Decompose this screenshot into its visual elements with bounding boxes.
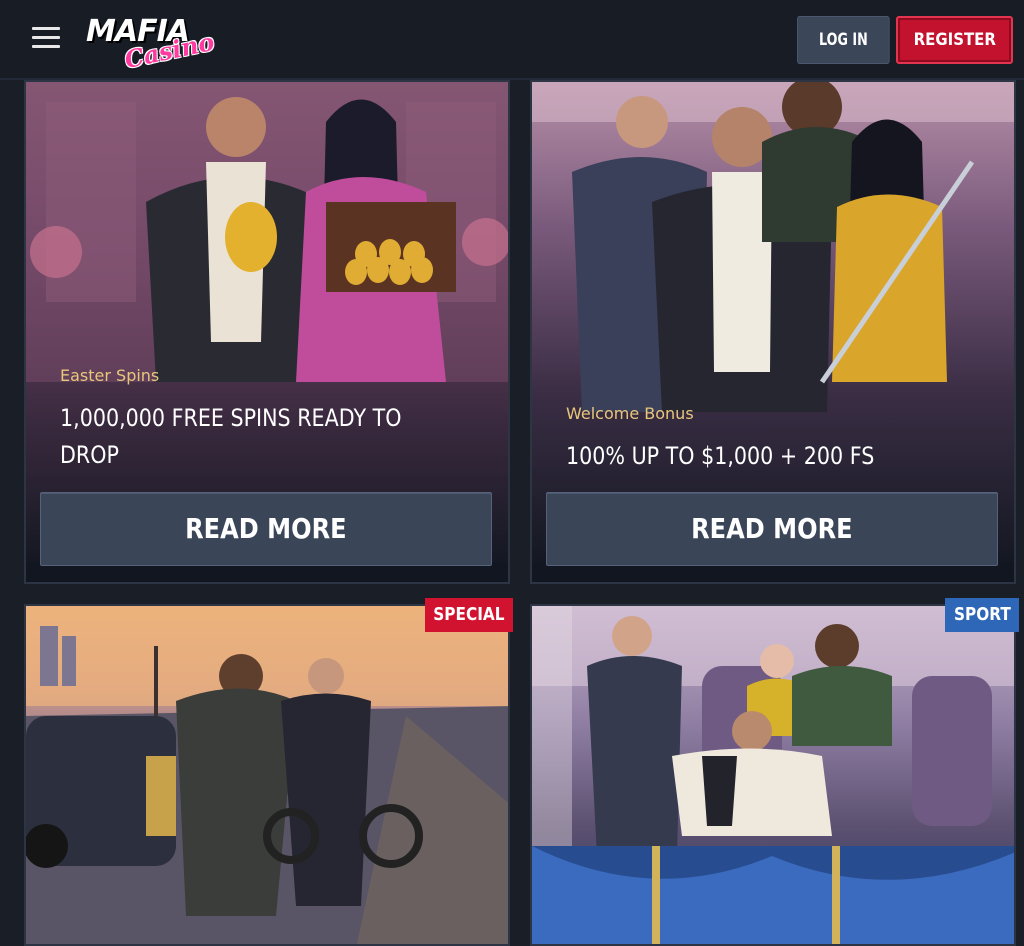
- game-card-special[interactable]: [24, 604, 510, 946]
- special-game-artwork: [26, 606, 508, 944]
- register-label: REGISTER: [913, 30, 996, 50]
- welcome-bonus-artwork: [532, 82, 1014, 562]
- top-navigation-bar: MAFIA Casino LOG IN REGISTER: [0, 0, 1024, 80]
- register-button[interactable]: REGISTER: [896, 16, 1013, 64]
- sport-badge: SPORT: [945, 598, 1019, 632]
- read-more-label: READ MORE: [691, 512, 853, 545]
- promo-tag: Easter Spins: [60, 366, 160, 385]
- easter-spins-artwork: [26, 82, 508, 562]
- game-card-sport[interactable]: [530, 604, 1016, 946]
- promo-tag: Welcome Bonus: [566, 404, 694, 423]
- read-more-button[interactable]: READ MORE: [546, 492, 998, 566]
- menu-icon[interactable]: [32, 27, 60, 51]
- promo-card-welcome-bonus[interactable]: Welcome Bonus 100% UP TO $1,000 + 200 FS…: [530, 80, 1016, 584]
- special-game-illustration: [26, 606, 508, 944]
- log-in-label: LOG IN: [818, 30, 868, 50]
- special-badge: SPECIAL: [425, 598, 513, 632]
- mafia-casino-logo[interactable]: MAFIA Casino: [86, 14, 217, 74]
- easter-spins-illustration: [26, 82, 508, 382]
- promo-headline: 100% UP TO $1,000 + 200 FS: [566, 442, 875, 470]
- promo-card-easter-spins[interactable]: Easter Spins 1,000,000 FREE SPINS READY …: [24, 80, 510, 584]
- sport-game-artwork: [532, 606, 1014, 944]
- read-more-button[interactable]: READ MORE: [40, 492, 492, 566]
- promo-headline: 1,000,000 FREE SPINS READY TO DROP: [60, 404, 402, 469]
- sport-badge-label: SPORT: [953, 604, 1011, 625]
- read-more-label: READ MORE: [185, 512, 347, 545]
- sport-game-illustration: [532, 606, 1014, 944]
- log-in-button[interactable]: LOG IN: [797, 16, 890, 64]
- special-badge-label: SPECIAL: [433, 604, 505, 625]
- welcome-bonus-illustration: [532, 82, 1014, 412]
